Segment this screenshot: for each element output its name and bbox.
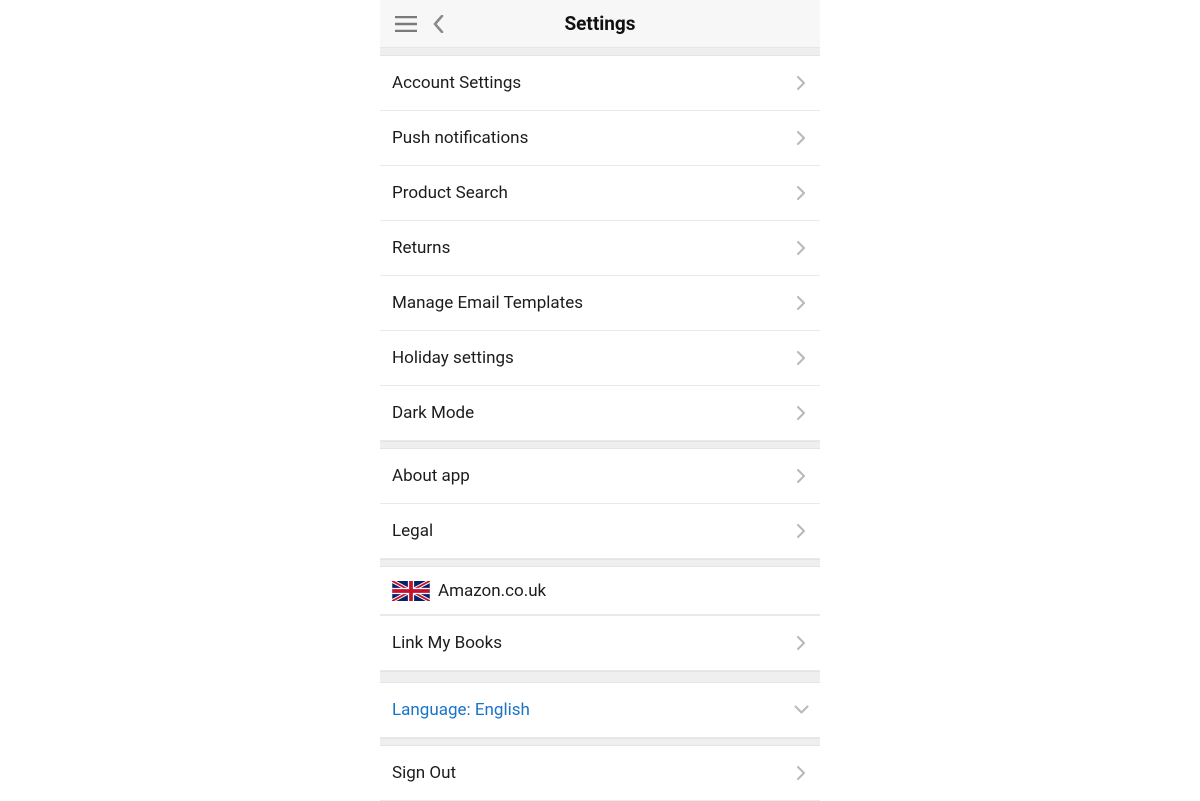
chevron-left-icon [433, 15, 444, 33]
chevron-right-icon [797, 636, 806, 650]
row-label: Account Settings [392, 73, 797, 93]
back-button[interactable] [422, 8, 454, 40]
row-account-settings[interactable]: Account Settings [380, 56, 820, 111]
row-product-search[interactable]: Product Search [380, 166, 820, 221]
settings-group-marketplace: Amazon.co.uk [380, 567, 820, 615]
chevron-right-icon [797, 469, 806, 483]
row-label: Holiday settings [392, 348, 797, 368]
row-language[interactable]: Language: English [380, 683, 820, 738]
row-manage-email-templates[interactable]: Manage Email Templates [380, 276, 820, 331]
settings-group-signout: Sign Out [380, 746, 820, 801]
row-push-notifications[interactable]: Push notifications [380, 111, 820, 166]
section-divider [380, 48, 820, 56]
chevron-right-icon [797, 351, 806, 365]
row-label: About app [392, 466, 797, 486]
settings-group-info: About app Legal [380, 449, 820, 559]
chevron-right-icon [797, 186, 806, 200]
row-label: Language: English [392, 700, 797, 720]
row-legal[interactable]: Legal [380, 504, 820, 559]
settings-group-language: Language: English [380, 683, 820, 738]
hamburger-icon [395, 16, 417, 32]
row-link-my-books[interactable]: Link My Books [380, 616, 820, 671]
row-dark-mode[interactable]: Dark Mode [380, 386, 820, 441]
section-divider [380, 559, 820, 567]
row-holiday-settings[interactable]: Holiday settings [380, 331, 820, 386]
section-divider [380, 671, 820, 683]
chevron-right-icon [797, 406, 806, 420]
row-label: Push notifications [392, 128, 797, 148]
app-frame: Settings Account Settings Push notificat… [380, 0, 820, 800]
chevron-right-icon [797, 524, 806, 538]
row-marketplace[interactable]: Amazon.co.uk [380, 567, 820, 615]
chevron-right-icon [797, 76, 806, 90]
row-label: Returns [392, 238, 797, 258]
row-label: Amazon.co.uk [438, 581, 806, 601]
settings-group-integrations: Link My Books [380, 615, 820, 671]
menu-button[interactable] [390, 8, 422, 40]
section-divider [380, 738, 820, 746]
row-label: Sign Out [392, 763, 797, 783]
chevron-right-icon [797, 766, 806, 780]
chevron-right-icon [797, 296, 806, 310]
row-label: Legal [392, 521, 797, 541]
chevron-right-icon [797, 241, 806, 255]
chevron-down-icon [797, 703, 806, 717]
uk-flag-icon [392, 581, 430, 601]
chevron-right-icon [797, 131, 806, 145]
row-label: Dark Mode [392, 403, 797, 423]
header-bar: Settings [380, 0, 820, 48]
section-divider [380, 441, 820, 449]
settings-group-main: Account Settings Push notifications Prod… [380, 56, 820, 441]
row-about-app[interactable]: About app [380, 449, 820, 504]
row-label: Product Search [392, 183, 797, 203]
row-label: Manage Email Templates [392, 293, 797, 313]
row-label: Link My Books [392, 633, 797, 653]
row-returns[interactable]: Returns [380, 221, 820, 276]
row-sign-out[interactable]: Sign Out [380, 746, 820, 801]
